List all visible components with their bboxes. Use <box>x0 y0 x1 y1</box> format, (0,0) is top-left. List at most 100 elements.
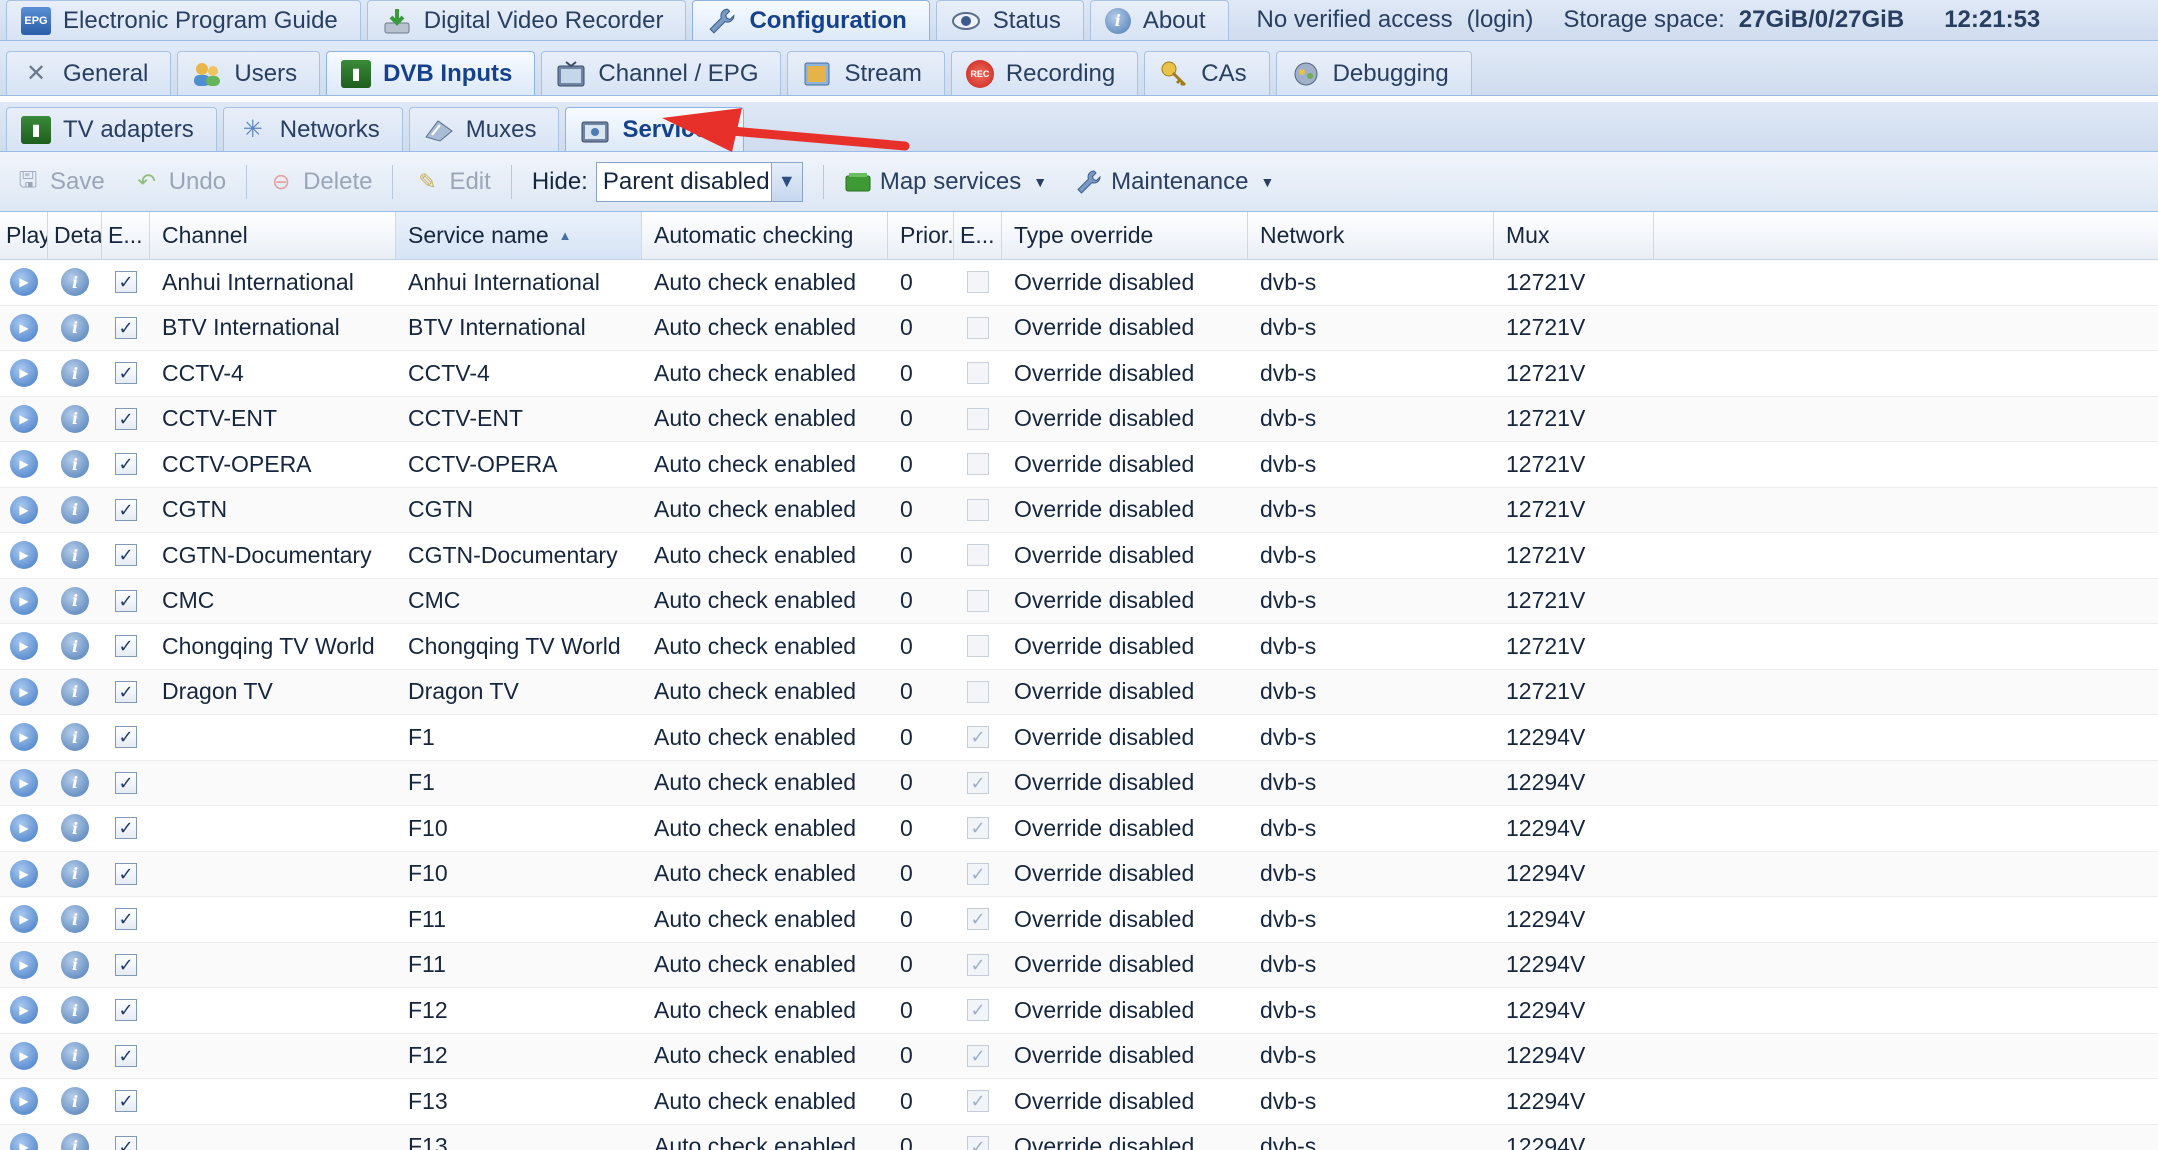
column-header[interactable]: Automatic checking <box>642 212 888 259</box>
table-row[interactable]: ▶ i ✓ CGTN-Documentary CGTN-Documentary Auto … <box>0 533 2158 579</box>
table-row[interactable]: ▶ i ✓ F11 Auto check enabled 0 ✓ Override disab… <box>0 942 2158 988</box>
tab-dvb-inputs[interactable]: ▮ DVB Inputs <box>326 51 536 95</box>
column-header[interactable]: Mux <box>1494 212 1654 259</box>
table-row[interactable]: ▶ i ✓ CCTV-OPERA CCTV-OPERA Auto check enable… <box>0 442 2158 488</box>
tab-users[interactable]: Users <box>177 51 321 95</box>
info-icon[interactable]: i <box>61 495 89 524</box>
table-row[interactable]: ▶ i ✓ F1 Auto check enabled 0 ✓ Override disabl… <box>0 760 2158 806</box>
info-icon[interactable]: i <box>61 723 89 752</box>
info-icon[interactable]: i <box>61 268 89 297</box>
enabled-checkbox[interactable]: ✓ <box>115 544 137 567</box>
hide-filter-select[interactable]: Parent disabled ▼ <box>595 161 803 202</box>
enabled-checkbox[interactable]: ✓ <box>115 953 137 976</box>
login-link[interactable]: (login) <box>1467 6 1534 34</box>
tab-general[interactable]: ✕ General <box>6 51 172 95</box>
tab-debugging[interactable]: Debugging <box>1275 51 1472 95</box>
play-icon[interactable]: ▶ <box>10 1041 38 1070</box>
map-services-button[interactable]: Map services ▼ <box>844 168 1047 196</box>
enabled-checkbox[interactable]: ✓ <box>115 362 137 385</box>
tab-tv-adapters[interactable]: ▮ TV adapters <box>6 107 217 151</box>
info-icon[interactable]: i <box>61 677 89 706</box>
tab-stream[interactable]: Stream <box>787 51 945 95</box>
enabled-checkbox[interactable]: ✓ <box>115 771 137 794</box>
play-icon[interactable]: ▶ <box>10 814 38 843</box>
play-icon[interactable]: ▶ <box>10 632 38 661</box>
enabled-checkbox[interactable]: ✓ <box>115 817 137 840</box>
play-icon[interactable]: ▶ <box>10 768 38 797</box>
tab-networks[interactable]: ✳ Networks <box>222 107 403 151</box>
play-icon[interactable]: ▶ <box>10 495 38 524</box>
info-icon[interactable]: i <box>61 404 89 433</box>
table-row[interactable]: ▶ i ✓ BTV International BTV International Aut… <box>0 305 2158 351</box>
tab-muxes[interactable]: Muxes <box>408 107 560 151</box>
maintenance-button[interactable]: Maintenance ▼ <box>1075 168 1274 196</box>
play-icon[interactable]: ▶ <box>10 541 38 570</box>
play-icon[interactable]: ▶ <box>10 905 38 934</box>
tab-digital-video-recorder[interactable]: Digital Video Recorder <box>366 0 687 40</box>
undo-button[interactable]: ↶ Undo <box>133 168 226 196</box>
column-header[interactable]: Network <box>1248 212 1494 259</box>
play-icon[interactable]: ▶ <box>10 404 38 433</box>
table-row[interactable]: ▶ i ✓ Dragon TV Dragon TV Auto check enabled 0… <box>0 669 2158 715</box>
tab-about[interactable]: i About <box>1089 0 1229 40</box>
column-header[interactable]: Prior... <box>888 212 954 259</box>
enabled-checkbox[interactable]: ✓ <box>115 862 137 885</box>
play-icon[interactable]: ▶ <box>10 723 38 752</box>
enabled-checkbox[interactable]: ✓ <box>115 498 137 521</box>
table-row[interactable]: ▶ i ✓ F12 Auto check enabled 0 ✓ Override disab… <box>0 988 2158 1034</box>
enabled-checkbox[interactable]: ✓ <box>115 908 137 931</box>
info-icon[interactable]: i <box>61 950 89 979</box>
table-row[interactable]: ▶ i ✓ F13 Auto check enabled 0 ✓ Override disab… <box>0 1124 2158 1150</box>
table-row[interactable]: ▶ i ✓ F12 Auto check enabled 0 ✓ Override disab… <box>0 1033 2158 1079</box>
info-icon[interactable]: i <box>61 313 89 342</box>
enabled-checkbox[interactable]: ✓ <box>115 635 137 658</box>
info-icon[interactable]: i <box>61 859 89 888</box>
enabled-checkbox[interactable]: ✓ <box>115 1044 137 1067</box>
enabled-checkbox[interactable]: ✓ <box>115 680 137 703</box>
column-header[interactable]: Channel <box>150 212 396 259</box>
enabled-checkbox[interactable]: ✓ <box>115 271 137 294</box>
info-icon[interactable]: i <box>61 996 89 1025</box>
table-row[interactable]: ▶ i ✓ F11 Auto check enabled 0 ✓ Override disab… <box>0 897 2158 943</box>
enabled-checkbox[interactable]: ✓ <box>115 316 137 339</box>
play-icon[interactable]: ▶ <box>10 859 38 888</box>
table-row[interactable]: ▶ i ✓ F13 Auto check enabled 0 ✓ Override disab… <box>0 1079 2158 1125</box>
play-icon[interactable]: ▶ <box>10 677 38 706</box>
info-icon[interactable]: i <box>61 768 89 797</box>
column-header[interactable]: Service name ▲ <box>396 212 642 259</box>
play-icon[interactable]: ▶ <box>10 950 38 979</box>
info-icon[interactable]: i <box>61 905 89 934</box>
enabled-checkbox[interactable]: ✓ <box>115 1090 137 1113</box>
info-icon[interactable]: i <box>61 450 89 479</box>
enabled-checkbox[interactable]: ✓ <box>115 1135 137 1150</box>
play-icon[interactable]: ▶ <box>10 268 38 297</box>
column-header[interactable]: E... <box>954 212 1002 259</box>
table-row[interactable]: ▶ i ✓ F10 Auto check enabled 0 ✓ Override disab… <box>0 851 2158 897</box>
column-header[interactable]: Type override <box>1002 212 1248 259</box>
info-icon[interactable]: i <box>61 359 89 388</box>
column-header[interactable]: Deta <box>48 212 102 259</box>
edit-button[interactable]: ✎ Edit <box>413 168 491 196</box>
info-icon[interactable]: i <box>61 541 89 570</box>
play-icon[interactable]: ▶ <box>10 313 38 342</box>
enabled-checkbox[interactable]: ✓ <box>115 407 137 430</box>
tab-cas[interactable]: CAs <box>1144 51 1270 95</box>
info-icon[interactable]: i <box>61 1087 89 1116</box>
tab-recording[interactable]: REC Recording <box>950 51 1139 95</box>
table-row[interactable]: ▶ i ✓ CCTV-ENT CCTV-ENT Auto check enabled 0 Ov… <box>0 396 2158 442</box>
tab-status[interactable]: Status <box>935 0 1084 40</box>
table-row[interactable]: ▶ i ✓ Anhui International Anhui Internationa… <box>0 260 2158 306</box>
delete-button[interactable]: ⊖ Delete <box>267 168 373 196</box>
play-icon[interactable]: ▶ <box>10 1132 38 1150</box>
table-row[interactable]: ▶ i ✓ CGTN CGTN Auto check enabled 0 Override d… <box>0 487 2158 533</box>
table-row[interactable]: ▶ i ✓ CMC CMC Auto check enabled 0 Override dis… <box>0 578 2158 624</box>
play-icon[interactable]: ▶ <box>10 1087 38 1116</box>
chevron-down-icon[interactable]: ▼ <box>770 162 802 201</box>
enabled-checkbox[interactable]: ✓ <box>115 589 137 612</box>
enabled-checkbox[interactable]: ✓ <box>115 999 137 1022</box>
info-icon[interactable]: i <box>61 1041 89 1070</box>
play-icon[interactable]: ▶ <box>10 359 38 388</box>
save-button[interactable]: 🖫 Save <box>14 167 105 196</box>
table-row[interactable]: ▶ i ✓ CCTV-4 CCTV-4 Auto check enabled 0 Overri… <box>0 351 2158 397</box>
table-row[interactable]: ▶ i ✓ F10 Auto check enabled 0 ✓ Override disab… <box>0 806 2158 852</box>
